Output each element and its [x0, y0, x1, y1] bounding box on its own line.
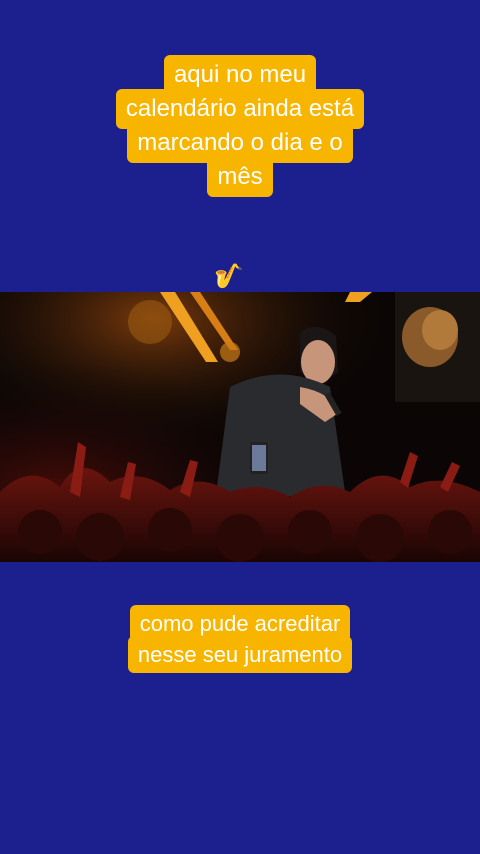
top-caption: aqui no meu calendário ainda está marcan… [0, 55, 480, 197]
bottom-caption-line-2: nesse seu juramento [127, 636, 353, 673]
concert-video-frame[interactable] [0, 292, 480, 562]
saxophone-icon: 🎷 [214, 263, 244, 290]
top-caption-line-4: mês [207, 157, 273, 197]
bottom-caption: como pude acreditar nesse seu juramento [0, 605, 480, 673]
concert-scene-image [0, 292, 480, 562]
